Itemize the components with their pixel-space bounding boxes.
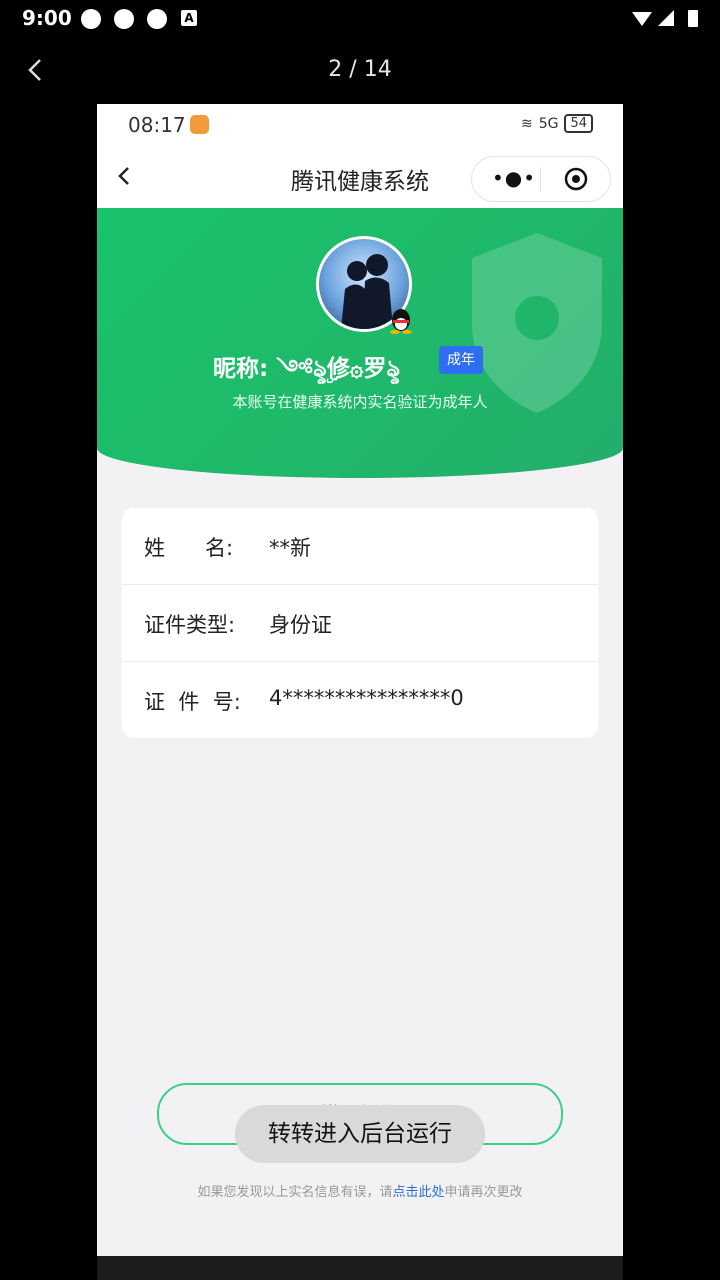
a-icon: A	[181, 10, 197, 26]
shield-icon	[472, 233, 602, 413]
info-row: 证 件 号: 4****************0	[122, 662, 598, 738]
toast-message: 转转进入后台运行	[235, 1105, 485, 1163]
wifi-icon	[632, 12, 652, 26]
close-target-icon[interactable]	[563, 166, 589, 192]
battery-level: 54	[564, 114, 593, 133]
info-label: 姓 名:	[144, 536, 234, 560]
footer-text: 申请再次更改	[444, 1185, 523, 1200]
identity-card: 姓 名: **新 证件类型: 身份证 证 件 号: 4*************…	[122, 508, 598, 738]
profile-header: 昵称: ༺ৡۣ修۞罗ৡ 成年 本账号在健康系统内实名验证为成年人	[97, 208, 623, 478]
signal-icon	[658, 10, 674, 26]
wifi-icon: ≋	[520, 115, 533, 132]
screenshot-image: 08:17 ≋ 5G 54 腾讯健康系统 •●• 昵称: ༺ৡۣ修۞罗ৡ 成年 …	[97, 104, 623, 1256]
info-label: 证件类型:	[144, 613, 236, 637]
status-time: 9:00	[22, 6, 72, 30]
viewer-bottom-bar	[97, 1256, 623, 1280]
footer-note: 如果您发现以上实名信息有误，请点击此处申请再次更改	[97, 1181, 623, 1200]
edit-link[interactable]: 点击此处	[392, 1185, 444, 1200]
info-row: 证件类型: 身份证	[122, 585, 598, 662]
phone-status-icons: ≋ 5G 54	[521, 114, 593, 133]
info-value: 4****************0	[269, 686, 464, 710]
footer-text: 如果您发现以上实名信息有误，请	[197, 1185, 393, 1200]
info-value: **新	[269, 536, 311, 560]
info-label: 证 件 号:	[144, 690, 241, 714]
status-icons	[632, 10, 698, 27]
phone-time: 08:17	[128, 113, 186, 137]
more-icon[interactable]: •●•	[492, 166, 535, 190]
info-value: 身份证	[269, 613, 332, 637]
info-row: 姓 名: **新	[122, 508, 598, 585]
notification-icon	[114, 9, 134, 29]
notification-icon	[147, 9, 167, 29]
app-icon	[190, 115, 209, 134]
capsule-menu: •●•	[471, 156, 611, 202]
mini-program-nav: 腾讯健康系统 •●•	[97, 144, 623, 208]
image-counter: 2 / 14	[328, 57, 392, 82]
notification-icon	[81, 9, 101, 29]
verify-text: 本账号在健康系统内实名验证为成年人	[232, 393, 488, 411]
adult-badge: 成年	[439, 346, 483, 374]
qq-icon	[390, 309, 412, 334]
battery-icon	[688, 10, 698, 27]
network-label: 5G	[538, 115, 559, 132]
phone-status-bar: 08:17 ≋ 5G 54	[97, 104, 623, 144]
